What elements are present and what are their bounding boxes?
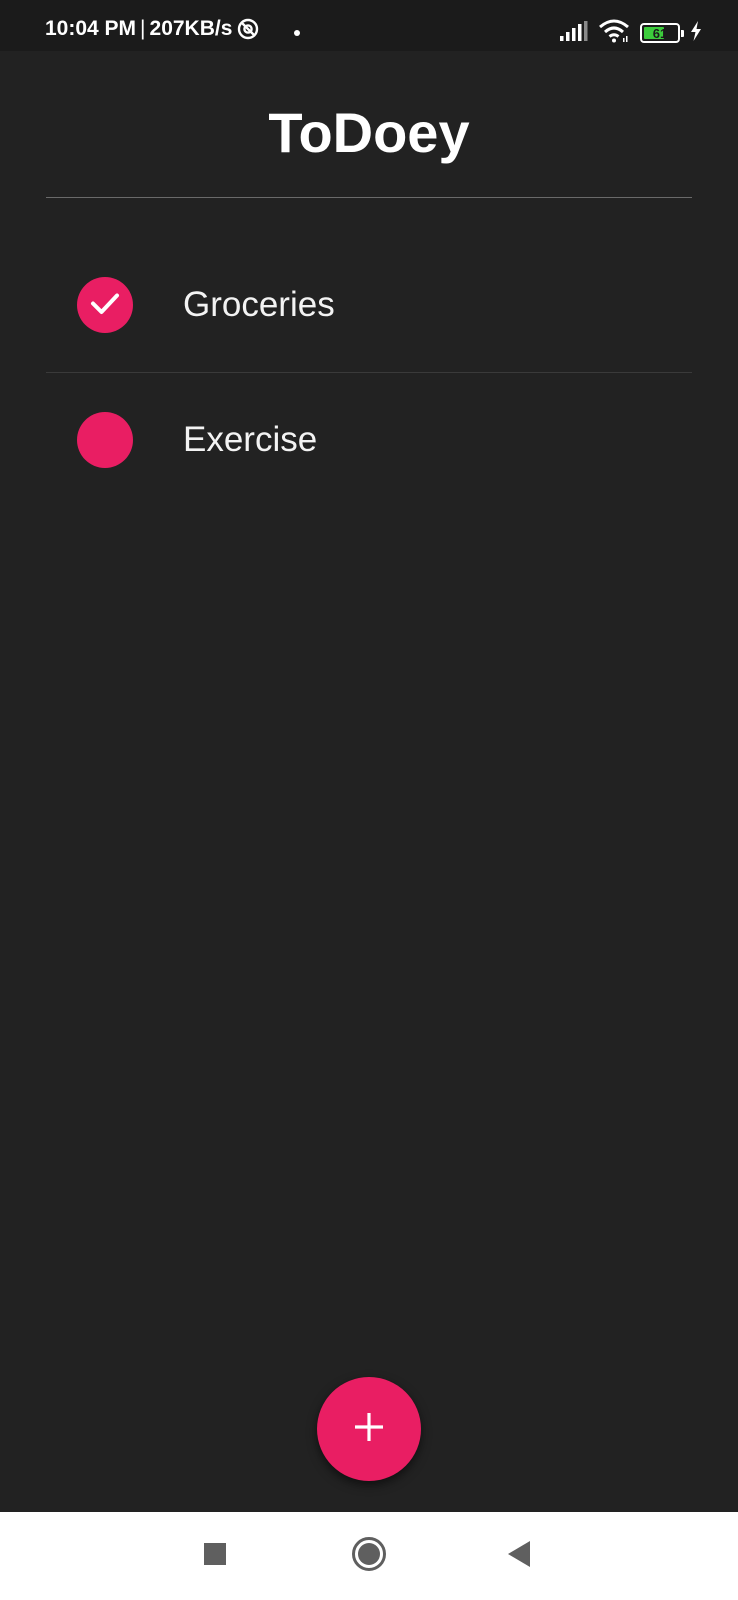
cellular-signal-icon (560, 21, 588, 45)
list-item[interactable]: Groceries (46, 238, 692, 372)
back-triangle-icon (506, 1540, 532, 1572)
task-checkbox-checked[interactable] (77, 277, 133, 333)
battery-cap (681, 30, 684, 37)
status-left-group: 10:04 PM | 207KB/s (45, 17, 259, 41)
home-circle-icon (351, 1536, 387, 1576)
page-title: ToDoey (268, 101, 470, 164)
recents-square-icon (203, 1542, 227, 1570)
status-time: 10:04 PM (45, 17, 137, 40)
wifi-icon (598, 19, 630, 47)
task-checkbox-unchecked[interactable] (77, 412, 133, 468)
at-sign-icon (237, 18, 259, 40)
task-list: Groceries Exercise (46, 238, 692, 507)
status-bar: 10:04 PM | 207KB/s 61 (0, 0, 738, 51)
battery-icon: 61 (640, 23, 684, 43)
title-divider (46, 197, 692, 198)
network-speed: 207KB/s (149, 17, 233, 40)
list-item[interactable]: Exercise (46, 373, 692, 507)
task-label: Exercise (183, 420, 318, 459)
plus-icon (352, 1410, 386, 1448)
add-task-button[interactable] (317, 1377, 421, 1481)
system-nav-bar (0, 1512, 738, 1600)
status-right-group: 61 (560, 19, 702, 47)
back-button[interactable] (474, 1512, 564, 1600)
todo-app-screen: 10:04 PM | 207KB/s 61 ToDoey Groceries E… (0, 0, 738, 1600)
notification-dot-icon (294, 30, 300, 36)
task-label: Groceries (183, 285, 335, 324)
checkmark-icon (88, 286, 122, 324)
status-separator: | (140, 17, 146, 40)
battery-level: 61 (652, 25, 668, 41)
home-button[interactable] (324, 1512, 414, 1600)
recents-button[interactable] (170, 1512, 260, 1600)
charging-bolt-icon (690, 21, 702, 45)
